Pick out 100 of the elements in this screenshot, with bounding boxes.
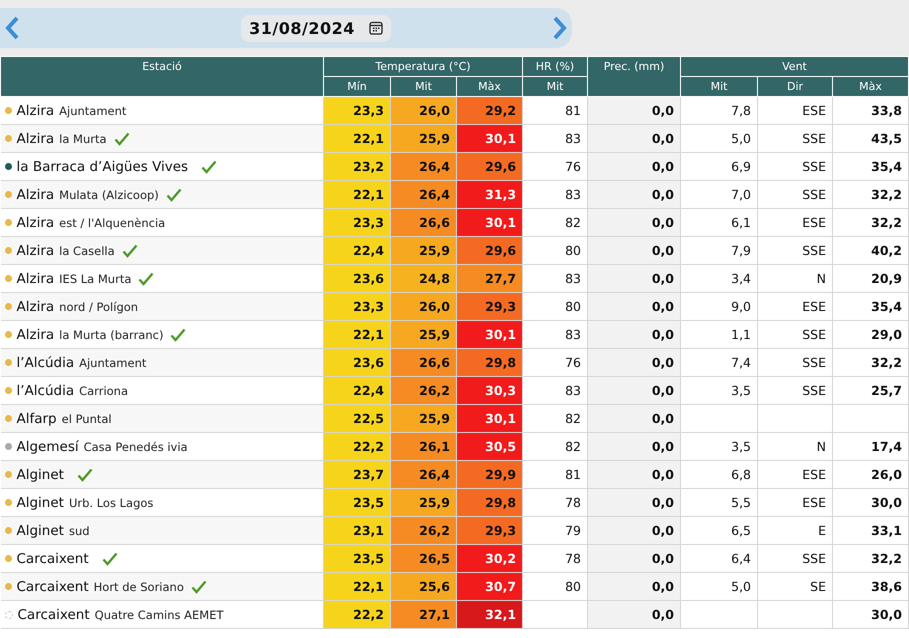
table-cell: 35,4	[832, 292, 908, 320]
temperature-cell: 26,6	[390, 208, 456, 236]
temperature-cell: 26,4	[390, 152, 456, 180]
station-town: Carcaixent	[16, 578, 89, 594]
station-place: Casa Penedés ivia	[84, 440, 188, 454]
table-cell: 33,1	[832, 516, 908, 544]
date-field[interactable]: 31/08/2024	[241, 14, 391, 42]
station-place: nord / Polígon	[59, 300, 138, 314]
table-cell: 6,4	[680, 544, 758, 572]
table-cell: 43,5	[832, 124, 908, 152]
station-town: Alginet	[16, 522, 64, 538]
table-cell: 26,0	[832, 460, 908, 488]
column-header: Mín	[324, 76, 390, 96]
chevron-left-icon	[4, 15, 20, 41]
station-town: Alzira	[16, 102, 54, 118]
temperature-cell: 22,1	[324, 124, 390, 152]
temperature-cell: 30,1	[456, 208, 523, 236]
temperature-cell: 26,2	[390, 376, 456, 404]
station-town: Alzira	[16, 326, 54, 342]
temperature-cell: 22,4	[324, 236, 390, 264]
table-cell: 6,9	[680, 152, 758, 180]
table-cell: SSE	[758, 376, 833, 404]
station-town: Carcaixent	[16, 550, 89, 566]
station-town: Alzira	[16, 242, 54, 258]
table-cell: 0,0	[588, 404, 681, 432]
table-cell: 0,0	[588, 516, 681, 544]
temperature-cell: 30,1	[456, 404, 523, 432]
table-cell: 25,7	[832, 376, 908, 404]
station-town: Alzira	[16, 270, 54, 286]
column-header: Dir	[758, 76, 833, 96]
table-cell: 0,0	[588, 292, 681, 320]
temperature-cell: 26,2	[390, 516, 456, 544]
table-cell: ESE	[758, 208, 833, 236]
table-cell: 32,2	[832, 544, 908, 572]
table-cell: E	[758, 516, 833, 544]
station-place: Quatre Camins AEMET	[94, 608, 224, 622]
temperature-cell: 31,3	[456, 180, 523, 208]
temperature-cell: 27,7	[456, 264, 523, 292]
station-place: la Murta (barranc)	[59, 328, 164, 342]
temperature-cell: 29,6	[456, 152, 523, 180]
table-cell: 3,4	[680, 264, 758, 292]
station-town: Algemesí	[16, 438, 79, 454]
table-cell: 20,9	[832, 264, 908, 292]
temperature-cell: 26,5	[390, 544, 456, 572]
chevron-right-icon	[552, 15, 568, 41]
table-cell: 0,0	[588, 376, 681, 404]
temperature-cell: 23,7	[324, 460, 390, 488]
table-cell: 40,2	[832, 236, 908, 264]
table-cell: ESE	[758, 488, 833, 516]
column-header: Vent	[680, 56, 908, 76]
temperature-cell: 25,9	[390, 488, 456, 516]
temperature-cell: 26,0	[390, 292, 456, 320]
temperature-cell: 30,7	[456, 572, 523, 600]
station-town: Alzira	[16, 186, 54, 202]
temperature-cell: 25,9	[390, 236, 456, 264]
station-town: la Barraca d’Aigües Vives	[16, 158, 188, 174]
station-place: IES La Murta	[59, 272, 132, 286]
table-cell: 7,8	[680, 96, 758, 124]
temperature-cell: 23,2	[324, 152, 390, 180]
table-cell: 3,5	[680, 376, 758, 404]
table-cell: 0,0	[588, 488, 681, 516]
station-place: est / l'Alquenència	[59, 216, 166, 230]
temperature-cell: 22,1	[324, 180, 390, 208]
temperature-cell: 25,6	[390, 572, 456, 600]
table-cell: 0,0	[588, 460, 681, 488]
table-cell: 0,0	[588, 264, 681, 292]
table-cell: N	[758, 432, 833, 460]
temperature-cell: 22,1	[324, 572, 390, 600]
table-cell: N	[758, 264, 833, 292]
table-cell: 30,0	[832, 488, 908, 516]
column-header: Estació	[0, 56, 324, 96]
table-cell: 7,9	[680, 236, 758, 264]
temperature-cell: 25,9	[390, 124, 456, 152]
temperature-cell: 26,6	[390, 348, 456, 376]
temperature-cell: 26,0	[390, 96, 456, 124]
temperature-cell: 30,2	[456, 544, 523, 572]
station-town: Alzira	[16, 298, 54, 314]
station-place: la Murta	[59, 132, 107, 146]
table-cell: 32,2	[832, 180, 908, 208]
temperature-cell: 23,5	[324, 544, 390, 572]
station-place: el Puntal	[62, 412, 112, 426]
table-cell: 0,0	[588, 348, 681, 376]
table-cell: 9,0	[680, 292, 758, 320]
temperature-cell: 30,1	[456, 124, 523, 152]
temperature-cell: 23,3	[324, 292, 390, 320]
station-place: la Casella	[59, 244, 115, 258]
temperature-cell: 23,6	[324, 348, 390, 376]
table-cell: 30,0	[832, 600, 908, 628]
temperature-cell: 24,8	[390, 264, 456, 292]
station-place: Urb. Los Lagos	[68, 496, 154, 510]
temperature-cell: 30,1	[456, 320, 523, 348]
temperature-cell: 29,3	[456, 516, 523, 544]
table-cell: 5,5	[680, 488, 758, 516]
column-header: Mit	[390, 76, 456, 96]
column-header: Prec. (mm)	[588, 56, 681, 96]
table-cell: 0,0	[588, 152, 681, 180]
table-cell: SSE	[758, 544, 833, 572]
table-cell: 38,6	[832, 572, 908, 600]
table-cell: ESE	[758, 460, 833, 488]
table-cell: SSE	[758, 236, 833, 264]
